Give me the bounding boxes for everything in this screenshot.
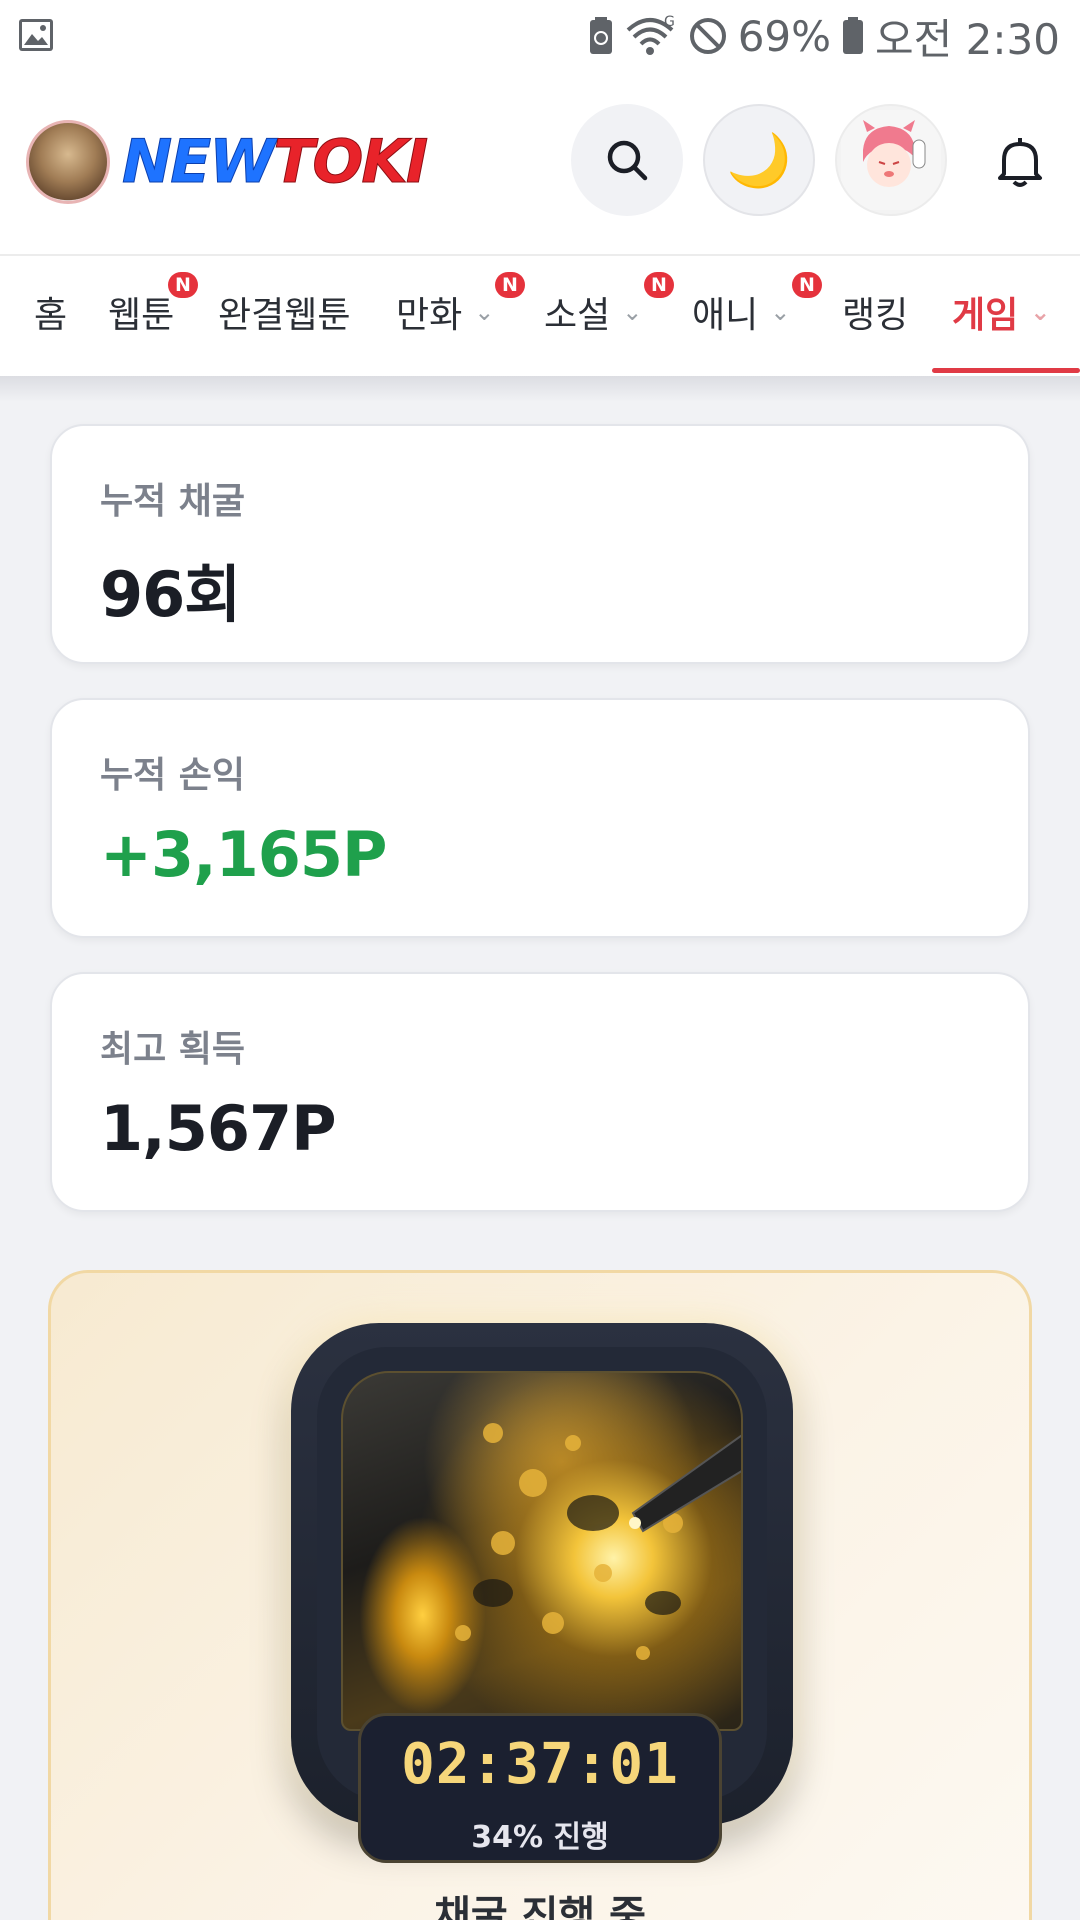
- tab-label: 완결웹툰: [218, 295, 351, 336]
- tab-completed-webtoon[interactable]: 완결웹툰: [218, 286, 350, 338]
- tab-webtoon[interactable]: 웹툰: [108, 286, 174, 338]
- gallery-notification-icon: [18, 18, 54, 52]
- stat-card-best-gain: 최고 획득 1,567P: [50, 972, 1030, 1212]
- battery-percent: 69%: [737, 11, 832, 61]
- brand-part-new: NEW: [121, 127, 275, 198]
- mining-status-title: 채굴 진행 중: [434, 1893, 646, 1920]
- stat-label: 누적 채굴: [100, 481, 246, 522]
- new-badge: N: [168, 272, 198, 298]
- search-button[interactable]: [571, 104, 683, 216]
- stat-label: 최고 획득: [100, 1029, 246, 1070]
- tab-ranking[interactable]: 랭킹: [842, 286, 908, 338]
- tab-label: 소설: [544, 295, 611, 336]
- mining-panel: 02:37:01 34% 진행 채굴 진행 중: [48, 1270, 1032, 1920]
- profile-button[interactable]: [835, 104, 947, 216]
- network-type-label: G: [664, 14, 675, 30]
- stat-value: 96회: [100, 558, 241, 631]
- tab-manga[interactable]: 만화 ⌄: [396, 286, 494, 338]
- stat-value: 1,567P: [100, 1092, 337, 1165]
- stat-value: +3,165P: [100, 818, 388, 891]
- new-badge: N: [792, 272, 822, 298]
- status-bar: G 69% 오전 2:30: [0, 0, 1080, 72]
- gold-mine-image: [341, 1371, 743, 1731]
- bell-icon: [998, 138, 1042, 187]
- mining-timer-box: 02:37:01 34% 진행: [358, 1713, 722, 1863]
- battery-icon: [841, 16, 865, 56]
- tab-label: 랭킹: [842, 295, 909, 336]
- do-not-disturb-icon: [688, 16, 728, 56]
- site-logo[interactable]: NEWTOKI: [121, 126, 429, 198]
- clock: 오전 2:30: [875, 14, 1060, 64]
- new-badge: N: [644, 272, 674, 298]
- chevron-down-icon: ⌄: [474, 298, 495, 326]
- theme-toggle-button[interactable]: 🌙: [703, 104, 815, 216]
- chevron-down-icon: ⌄: [770, 298, 791, 326]
- chevron-down-icon: ⌄: [1030, 298, 1051, 326]
- notification-button[interactable]: [990, 132, 1050, 192]
- tab-label: 웹툰: [108, 295, 175, 336]
- tab-novel[interactable]: 소설 ⌄: [544, 286, 642, 338]
- tab-label: 만화: [396, 295, 463, 336]
- battery-saver-icon: [588, 16, 614, 56]
- tab-home[interactable]: 홈: [34, 286, 67, 338]
- tab-label: 홈: [34, 295, 68, 336]
- stat-card-total-mining: 누적 채굴 96회: [50, 424, 1030, 664]
- stat-card-total-profit: 누적 손익 +3,165P: [50, 698, 1030, 938]
- nav-shadow: [0, 376, 1080, 402]
- moon-icon: 🌙: [726, 130, 792, 191]
- app-header: NEWTOKI 🌙: [0, 72, 1080, 254]
- mining-timer: 02:37:01: [401, 1732, 679, 1797]
- profile-avatar-icon: [841, 110, 941, 210]
- active-tab-indicator: [932, 368, 1080, 373]
- search-icon: [607, 140, 648, 181]
- mine-illustration: [455, 1423, 741, 1660]
- brand-part-toki: TOKI: [273, 127, 429, 198]
- tab-game[interactable]: 게임 ⌄: [952, 286, 1050, 338]
- tab-label: 게임: [952, 295, 1019, 336]
- stat-label: 누적 손익: [100, 755, 246, 796]
- category-nav: 홈 웹툰 N 완결웹툰 만화 ⌄ N 소설 ⌄ N 애니 ⌄ N 랭킹 게임 ⌄: [0, 254, 1080, 376]
- mining-progress: 34% 진행: [471, 1820, 609, 1855]
- tab-label: 애니: [692, 295, 759, 336]
- new-badge: N: [495, 272, 525, 298]
- wifi-icon: G: [624, 14, 678, 58]
- chevron-down-icon: ⌄: [622, 298, 643, 326]
- tab-anime[interactable]: 애니 ⌄: [692, 286, 790, 338]
- site-logo-avatar[interactable]: [26, 120, 110, 204]
